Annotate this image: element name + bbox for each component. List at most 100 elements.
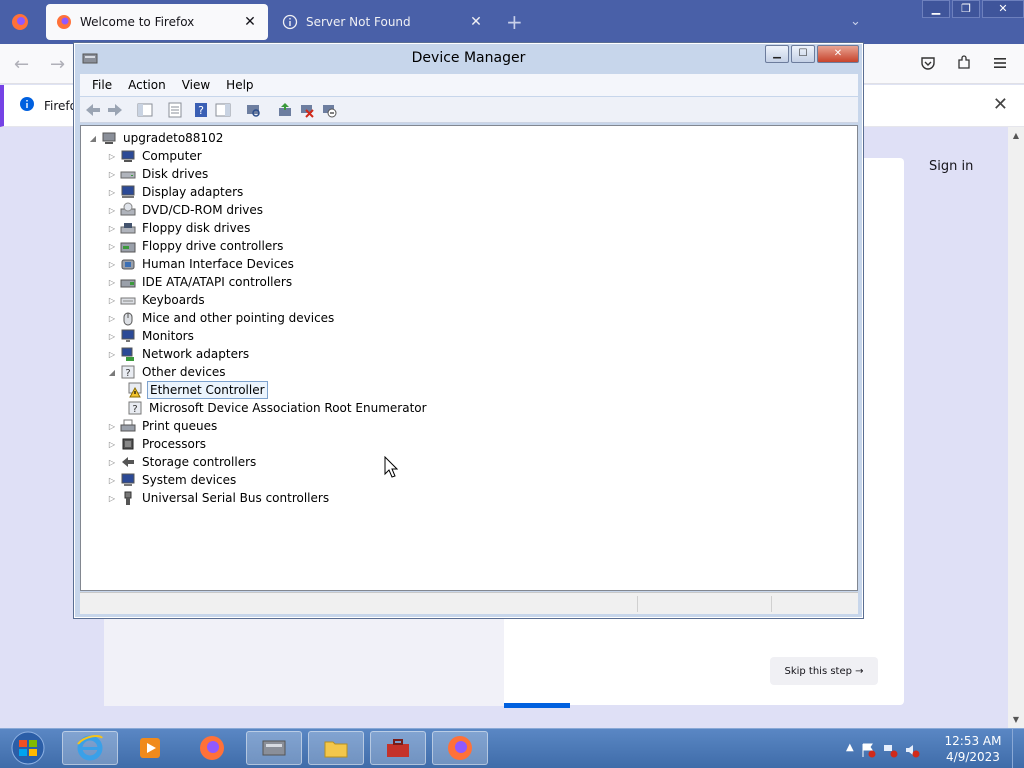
restore-icon[interactable]: ❐: [952, 0, 980, 18]
expand-arrow-icon[interactable]: ▷: [106, 206, 118, 215]
volume-muted-icon[interactable]: [904, 742, 920, 758]
expand-arrow-icon[interactable]: ▷: [106, 224, 118, 233]
back-icon[interactable]: [84, 101, 102, 119]
window-title: Device Manager: [411, 50, 526, 66]
expand-arrow-icon[interactable]: ▷: [106, 458, 118, 467]
taskbar-media-player[interactable]: [122, 731, 178, 765]
collapse-arrow-icon[interactable]: ◢: [106, 368, 118, 377]
tree-category[interactable]: ▷ System devices: [106, 471, 238, 489]
taskbar-clock[interactable]: 12:53 AM 4/9/2023: [940, 733, 1006, 765]
expand-arrow-icon[interactable]: ▷: [106, 260, 118, 269]
expand-arrow-icon[interactable]: ▷: [106, 476, 118, 485]
tree-category[interactable]: ▷ Processors: [106, 435, 208, 453]
action-pane-icon[interactable]: [214, 101, 232, 119]
expand-arrow-icon[interactable]: ▷: [106, 332, 118, 341]
tree-category[interactable]: ▷ IDE ATA/ATAPI controllers: [106, 273, 294, 291]
tree-category[interactable]: ▷ Network adapters: [106, 345, 251, 363]
expand-arrow-icon[interactable]: ▷: [106, 152, 118, 161]
show-desktop-button[interactable]: [1012, 728, 1024, 768]
tree-category[interactable]: ▷ Computer: [106, 147, 204, 165]
firefox-menu-icon[interactable]: [10, 12, 30, 32]
minimize-icon[interactable]: ▁: [922, 0, 950, 18]
close-icon[interactable]: ✕: [982, 0, 1024, 18]
disable-device-icon[interactable]: [320, 101, 338, 119]
sign-in-link[interactable]: Sign in: [929, 159, 973, 174]
toolbox-icon: [384, 734, 412, 762]
tree-category[interactable]: ▷ Keyboards: [106, 291, 207, 309]
expand-arrow-icon[interactable]: ▷: [106, 188, 118, 197]
tree-category[interactable]: ▷ Display adapters: [106, 183, 245, 201]
tree-device[interactable]: ? Microsoft Device Association Root Enume…: [125, 399, 429, 417]
device-manager-icon[interactable]: [82, 51, 98, 65]
scroll-down-arrow-icon[interactable]: ▼: [1008, 715, 1024, 724]
menu-action[interactable]: Action: [120, 78, 174, 92]
tree-category[interactable]: ▷ Monitors: [106, 327, 196, 345]
tree-category[interactable]: ▷ Floppy drive controllers: [106, 237, 285, 255]
back-arrow-icon[interactable]: ←: [14, 54, 29, 75]
action-center-flag-icon[interactable]: [860, 742, 876, 758]
tree-device[interactable]: Ethernet Controller: [125, 381, 268, 399]
expand-arrow-icon[interactable]: ▷: [106, 170, 118, 179]
hamburger-menu-icon[interactable]: [992, 55, 1008, 71]
menu-view[interactable]: View: [174, 78, 218, 92]
tree-root[interactable]: ◢ upgradeto88102: [87, 129, 225, 147]
tab-welcome-to-firefox[interactable]: Welcome to Firefox ✕: [46, 4, 268, 40]
tree-category[interactable]: ▷ Disk drives: [106, 165, 210, 183]
maximize-button[interactable]: ☐: [791, 45, 815, 63]
menu-file[interactable]: File: [84, 78, 120, 92]
close-notification-icon[interactable]: ✕: [993, 94, 1008, 115]
tab-server-not-found[interactable]: Server Not Found ✕: [272, 4, 494, 40]
minimize-button[interactable]: ▁: [765, 45, 789, 63]
expand-arrow-icon[interactable]: ▷: [106, 494, 118, 503]
help-icon[interactable]: ?: [192, 101, 210, 119]
onboarding-progress-bar: [504, 703, 570, 708]
update-driver-icon[interactable]: [276, 101, 294, 119]
extensions-icon[interactable]: [956, 55, 972, 71]
taskbar-toolbox-app[interactable]: [370, 731, 426, 765]
taskbar-firefox-window[interactable]: [432, 731, 488, 765]
expand-arrow-icon[interactable]: ▷: [106, 278, 118, 287]
tree-category[interactable]: ▷ Print queues: [106, 417, 219, 435]
show-hide-console-tree-icon[interactable]: [136, 101, 154, 119]
uninstall-device-icon[interactable]: [298, 101, 316, 119]
scan-hardware-changes-icon[interactable]: [244, 101, 262, 119]
pocket-icon[interactable]: [920, 55, 936, 71]
tree-category[interactable]: ▷ DVD/CD-ROM drives: [106, 201, 265, 219]
tree-category[interactable]: ▷ Human Interface Devices: [106, 255, 296, 273]
expand-arrow-icon[interactable]: ▷: [106, 350, 118, 359]
tree-item-label: Disk drives: [142, 167, 209, 181]
expand-arrow-icon[interactable]: ▷: [106, 440, 118, 449]
close-tab-icon[interactable]: ✕: [468, 14, 484, 30]
tree-category[interactable]: ▷ Mice and other pointing devices: [106, 309, 336, 327]
expand-arrow-icon[interactable]: ▷: [106, 314, 118, 323]
forward-arrow-icon[interactable]: →: [50, 54, 65, 75]
new-tab-plus-icon[interactable]: +: [506, 12, 523, 32]
menu-help[interactable]: Help: [218, 78, 261, 92]
clock-date: 4/9/2023: [946, 750, 1000, 764]
collapse-arrow-icon[interactable]: ◢: [87, 134, 99, 143]
taskbar-internet-explorer[interactable]: [62, 731, 118, 765]
taskbar-windows-explorer[interactable]: [308, 731, 364, 765]
firefox-icon: [198, 734, 226, 762]
taskbar-firefox[interactable]: [184, 731, 240, 765]
expand-arrow-icon[interactable]: ▷: [106, 242, 118, 251]
properties-icon[interactable]: [166, 101, 184, 119]
page-scrollbar[interactable]: ▲ ▼: [1008, 127, 1024, 728]
tree-category[interactable]: ▷ Storage controllers: [106, 453, 258, 471]
close-button[interactable]: ✕: [817, 45, 859, 63]
tree-category[interactable]: ▷ Floppy disk drives: [106, 219, 252, 237]
network-disconnected-icon[interactable]: [882, 742, 898, 758]
forward-icon[interactable]: [106, 101, 124, 119]
show-hidden-icons-arrow-icon[interactable]: ▲: [846, 742, 854, 758]
tree-category[interactable]: ◢? Other devices: [106, 363, 228, 381]
skip-this-step-button[interactable]: Skip this step →: [770, 657, 878, 685]
start-button[interactable]: [6, 730, 50, 766]
tree-category[interactable]: ▷ Universal Serial Bus controllers: [106, 489, 331, 507]
expand-arrow-icon[interactable]: ▷: [106, 422, 118, 431]
tab-list-chevron-icon[interactable]: ⌄: [850, 14, 861, 29]
taskbar-device-manager[interactable]: [246, 731, 302, 765]
device-manager-window: Device Manager ▁ ☐ ✕ File Action View He…: [73, 42, 864, 619]
close-tab-icon[interactable]: ✕: [242, 14, 258, 30]
expand-arrow-icon[interactable]: ▷: [106, 296, 118, 305]
scroll-up-arrow-icon[interactable]: ▲: [1008, 127, 1024, 140]
